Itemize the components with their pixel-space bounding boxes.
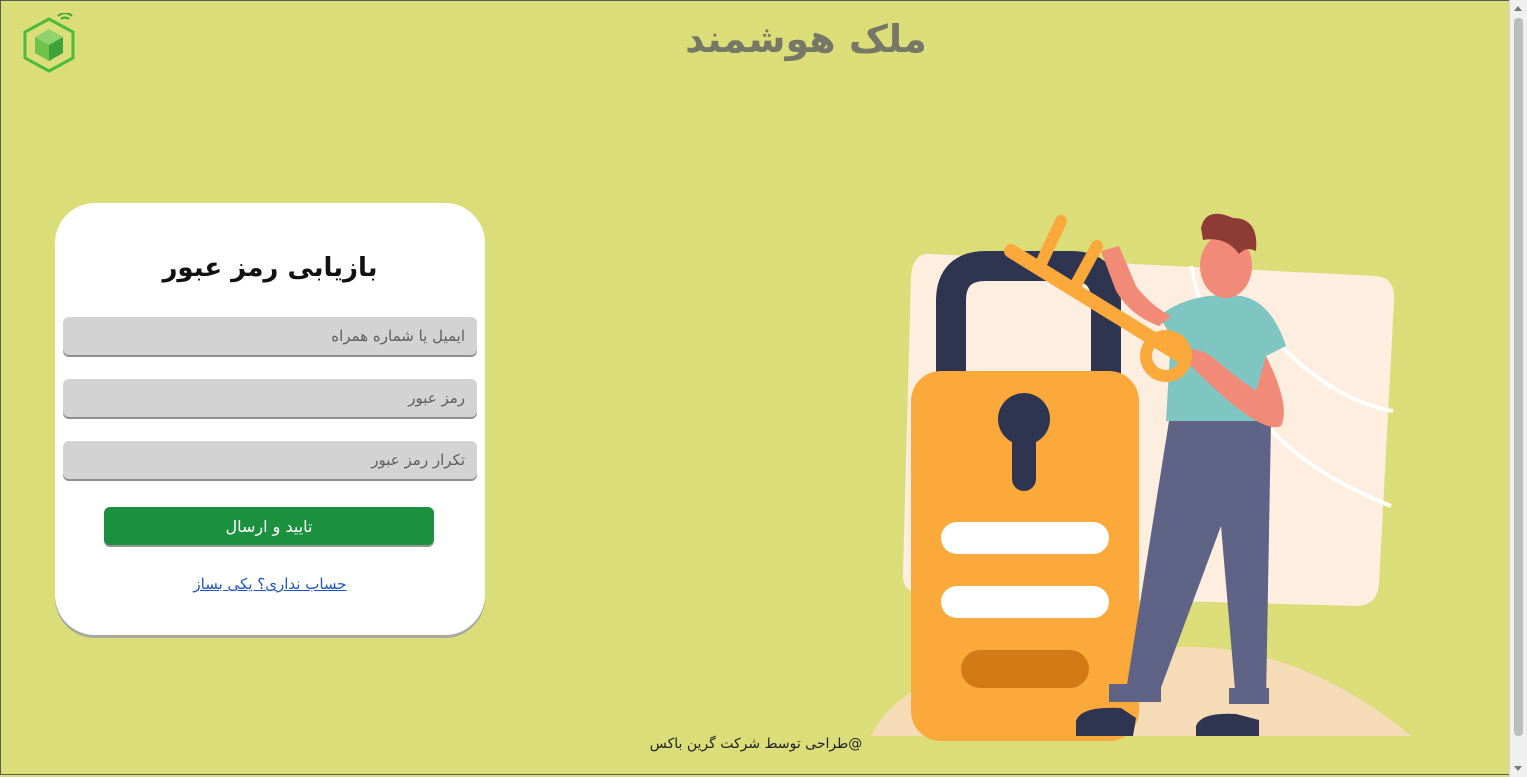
scroll-down-icon[interactable]: [1514, 766, 1522, 771]
password-recovery-card: بازیابی رمز عبور تایید و ارسال حساب ندار…: [55, 203, 485, 635]
vertical-scrollbar[interactable]: [1509, 0, 1527, 777]
form-title: بازیابی رمز عبور: [162, 253, 378, 283]
app-window: ملک هوشمند بازیابی رمز عبور تایید و ارسا…: [0, 0, 1509, 775]
contact-input[interactable]: [63, 317, 477, 355]
key-padlock-illustration: [871, 213, 1411, 741]
scrollbar-thumb[interactable]: [1514, 18, 1523, 736]
page-title: ملک هوشمند: [685, 17, 927, 61]
logo-icon: [23, 13, 75, 73]
signup-link[interactable]: حساب نداری؟ یکی بساز: [55, 575, 485, 593]
scroll-up-icon[interactable]: [1514, 6, 1522, 11]
footer-credit: @طراحی توسط شرکت گرین باکس: [649, 736, 863, 752]
password-input[interactable]: [63, 379, 477, 417]
confirm-password-input[interactable]: [63, 441, 477, 479]
submit-button[interactable]: تایید و ارسال: [104, 507, 434, 545]
